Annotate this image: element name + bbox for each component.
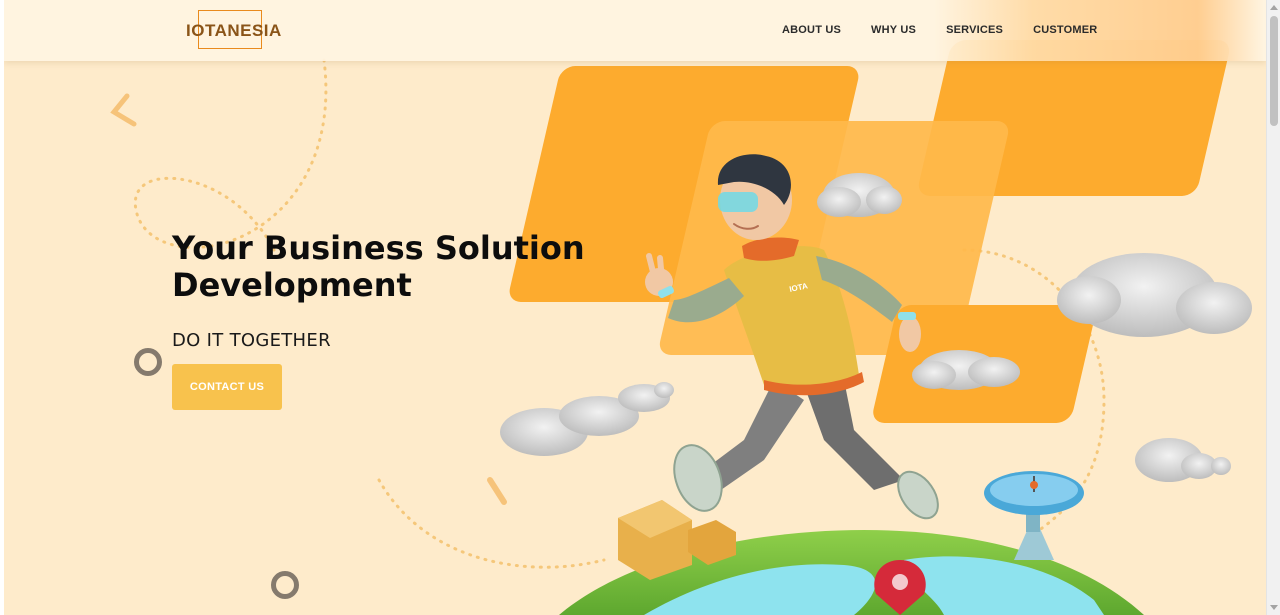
vertical-scrollbar[interactable] bbox=[1266, 0, 1280, 615]
scroll-up-arrow-icon[interactable] bbox=[1270, 5, 1278, 10]
running-character-illustration: IOTA bbox=[645, 154, 939, 520]
hero-title-line: Development bbox=[172, 266, 412, 304]
cloud-icon bbox=[817, 173, 902, 217]
nav-link-customer[interactable]: CUSTOMER bbox=[1033, 24, 1097, 36]
nav-link-services[interactable]: SERVICES bbox=[946, 24, 1003, 36]
hero-title: Your Business Solution Development bbox=[172, 230, 602, 304]
contact-us-button[interactable]: CONTACT US bbox=[172, 364, 282, 410]
cloud-icon bbox=[1057, 253, 1252, 337]
page-canvas: IOTA Your Business Solution Development … bbox=[4, 0, 1266, 615]
cloud-icon bbox=[912, 350, 1020, 390]
main-nav: ABOUT US WHY US SERVICES CUSTOMER bbox=[782, 24, 1097, 36]
cloud-icon bbox=[1135, 438, 1231, 482]
hero-illustration: IOTA bbox=[500, 154, 1252, 615]
nav-link-why-us[interactable]: WHY US bbox=[871, 24, 916, 36]
nav-link-about-us[interactable]: ABOUT US bbox=[782, 24, 841, 36]
site-logo[interactable]: IOTANESIA bbox=[186, 14, 282, 48]
hero-subtitle: DO IT TOGETHER bbox=[172, 330, 331, 351]
scroll-down-arrow-icon[interactable] bbox=[1270, 605, 1278, 610]
navbar: IOTANESIA ABOUT US WHY US SERVICES CUSTO… bbox=[4, 0, 1266, 61]
cloud-icon bbox=[500, 382, 674, 456]
scrollbar-thumb[interactable] bbox=[1270, 16, 1278, 126]
hero-title-line: Your Business Solution bbox=[172, 229, 585, 267]
